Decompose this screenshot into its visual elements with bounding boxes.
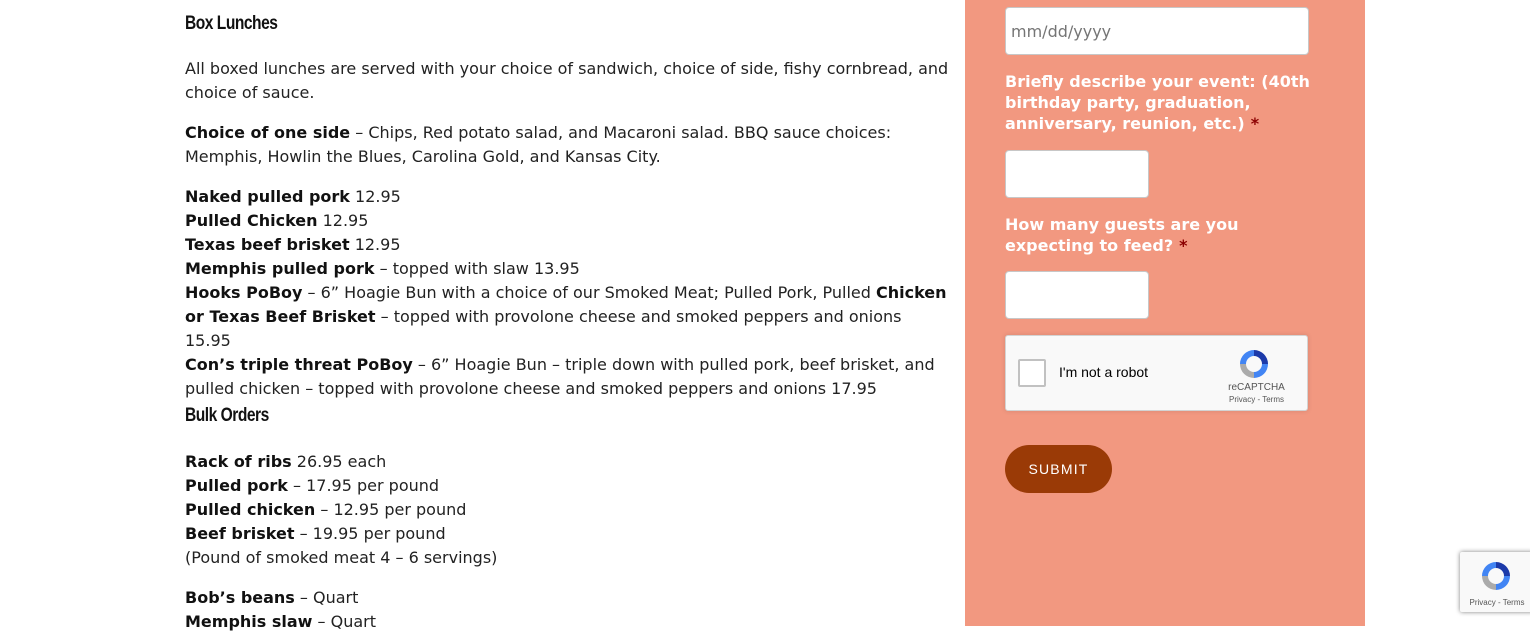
side-order-item: Memphis slaw – Quart <box>185 612 376 631</box>
bulk-item-price: – 12.95 per pound <box>315 500 467 519</box>
menu-item-price: 12.95 <box>349 235 401 254</box>
bulk-item: Beef brisket – 19.95 per pound <box>185 524 446 543</box>
side-choice-label: Choice of one side <box>185 123 351 142</box>
event-description-label-text: Briefly describe your event: (40th birth… <box>1005 72 1310 133</box>
menu-item-name: Pulled Chicken <box>185 211 318 230</box>
recaptcha-checkbox[interactable] <box>1018 359 1046 387</box>
submit-button[interactable]: SUBMIT <box>1005 445 1112 493</box>
event-date-input[interactable] <box>1005 7 1309 55</box>
menu-item-name: Memphis pulled pork <box>185 259 375 278</box>
menu-item-description: – 6” Hoagie Bun with a choice of our Smo… <box>302 283 876 302</box>
bulk-item-price: – 17.95 per pound <box>287 476 440 495</box>
recaptcha-brand: reCAPTCHA <box>1228 382 1285 393</box>
guest-count-label: How many guests are you expecting to fee… <box>1005 214 1315 256</box>
menu-item: Naked pulled pork 12.95 <box>185 187 401 206</box>
recaptcha-label: I'm not a robot <box>1059 364 1149 380</box>
bulk-item-name: Pulled pork <box>185 476 288 495</box>
side-order-item: Bob’s beans – Quart <box>185 588 358 607</box>
box-lunch-items: Naked pulled pork 12.95 Pulled Chicken 1… <box>185 185 950 401</box>
recaptcha-badge[interactable]: Privacy - Terms <box>1460 552 1530 612</box>
menu-item-price: – topped with slaw 13.95 <box>374 259 580 278</box>
side-order-name: Bob’s beans <box>185 588 295 607</box>
side-order-size: – Quart <box>294 588 359 607</box>
catering-form-sidebar: Briefly describe your event: (40th birth… <box>965 0 1365 626</box>
menu-item-name: Naked pulled pork <box>185 187 350 206</box>
bulk-item: Pulled pork – 17.95 per pound <box>185 476 439 495</box>
recaptcha-widget: I'm not a robot reCAPTCHA Privacy - Term… <box>1005 335 1308 411</box>
menu-item: Con’s triple threat PoBoy – 6” Hoagie Bu… <box>185 355 935 398</box>
recaptcha-privacy-links[interactable]: Privacy - Terms <box>1206 395 1307 404</box>
bulk-item-name: Pulled chicken <box>185 500 316 519</box>
bulk-item-name: Beef brisket <box>185 524 295 543</box>
box-lunches-heading: Box Lunches <box>185 13 278 34</box>
side-orders: Bob’s beans – Quart Memphis slaw – Quart <box>185 586 950 634</box>
guest-count-input[interactable] <box>1005 271 1149 319</box>
side-choice-paragraph: Choice of one side – Chips, Red potato s… <box>185 121 950 169</box>
bulk-orders-heading: Bulk Orders <box>185 405 269 426</box>
bulk-item-price: 26.95 each <box>291 452 387 471</box>
box-lunches-intro: All boxed lunches are served with your c… <box>185 59 949 102</box>
recaptcha-badge-links[interactable]: Privacy - Terms <box>1460 598 1530 607</box>
bulk-item: Rack of ribs 26.95 each <box>185 452 386 471</box>
menu-item: Hooks PoBoy – 6” Hoagie Bun with a choic… <box>185 283 947 350</box>
menu-item-name: Texas beef brisket <box>185 235 350 254</box>
menu-item: Memphis pulled pork – topped with slaw 1… <box>185 259 580 278</box>
recaptcha-logo-icon <box>1240 350 1268 378</box>
required-marker: * <box>1179 236 1188 255</box>
bulk-note: (Pound of smoked meat 4 – 6 servings) <box>185 548 498 567</box>
menu-item-price: 12.95 <box>349 187 401 206</box>
menu-item-name: Hooks PoBoy <box>185 283 303 302</box>
bulk-item-price: – 19.95 per pound <box>294 524 446 543</box>
side-order-size: – Quart <box>312 612 377 631</box>
bulk-order-items: Rack of ribs 26.95 each Pulled pork – 17… <box>185 450 950 570</box>
bulk-item-name: Rack of ribs <box>185 452 292 471</box>
bulk-item: Pulled chicken – 12.95 per pound <box>185 500 466 519</box>
required-marker: * <box>1250 114 1260 133</box>
guest-count-label-text: How many guests are you expecting to fee… <box>1005 215 1239 255</box>
event-description-label: Briefly describe your event: (40th birth… <box>1005 71 1315 134</box>
event-description-input[interactable] <box>1005 150 1149 198</box>
recaptcha-badge-icon <box>1482 562 1510 590</box>
menu-item: Texas beef brisket 12.95 <box>185 235 401 254</box>
menu-item-price: 12.95 <box>317 211 369 230</box>
menu-item-name: Con’s triple threat PoBoy <box>185 355 413 374</box>
menu-item: Pulled Chicken 12.95 <box>185 211 368 230</box>
side-order-name: Memphis slaw <box>185 612 313 631</box>
